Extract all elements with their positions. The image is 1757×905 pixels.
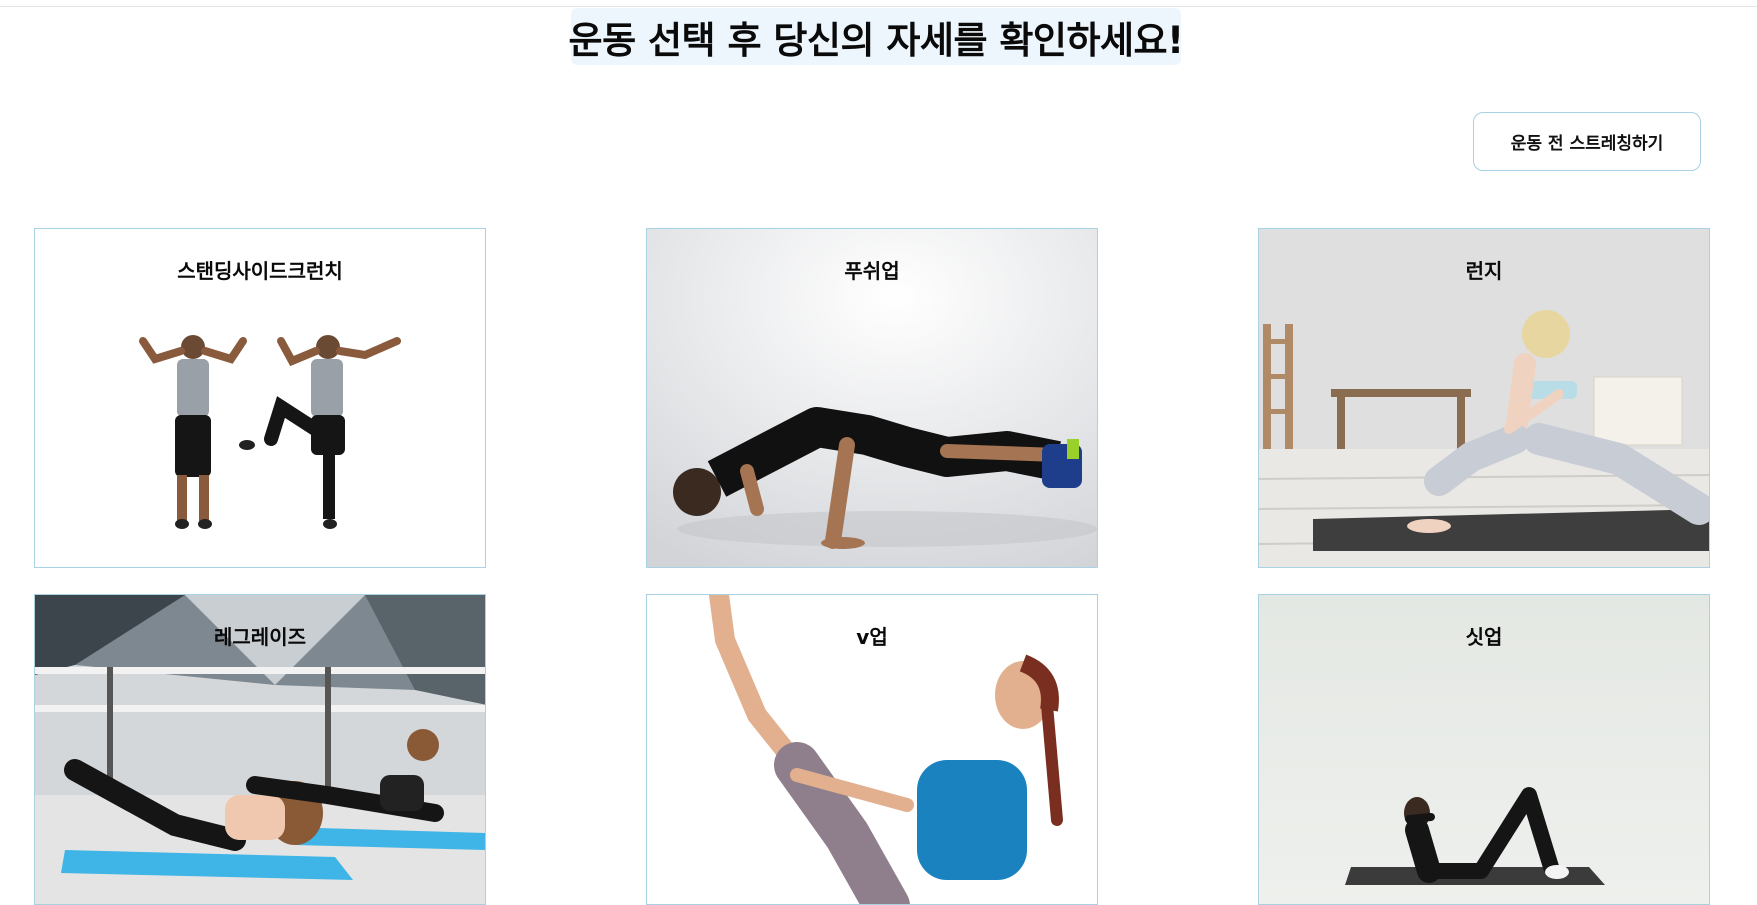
stretching-button[interactable]: 운동 전 스트레칭하기 (1473, 112, 1701, 171)
exercise-card-v-up[interactable]: v업 (646, 594, 1098, 905)
exercise-label: v업 (856, 625, 888, 649)
exercise-label: 싯업 (1465, 625, 1503, 649)
exercise-card-push-up[interactable]: 푸쉬업 (646, 228, 1098, 568)
exercise-label: 푸쉬업 (844, 259, 900, 283)
exercise-label: 스탠딩사이드크런치 (177, 259, 343, 283)
page-title: 운동 선택 후 당신의 자세를 확인하세요! (569, 8, 1184, 65)
exercise-card-leg-raise[interactable]: 레그레이즈 (34, 594, 486, 905)
top-divider (0, 6, 1757, 7)
exercise-card-standing-side-crunch[interactable]: 스탠딩사이드크런치 (34, 228, 486, 568)
exercise-card-sit-up[interactable]: 싯업 (1258, 594, 1710, 905)
exercise-label: 레그레이즈 (214, 625, 306, 649)
exercise-label: 런지 (1465, 259, 1503, 283)
exercise-card-lunge[interactable]: 런지 (1258, 228, 1710, 568)
